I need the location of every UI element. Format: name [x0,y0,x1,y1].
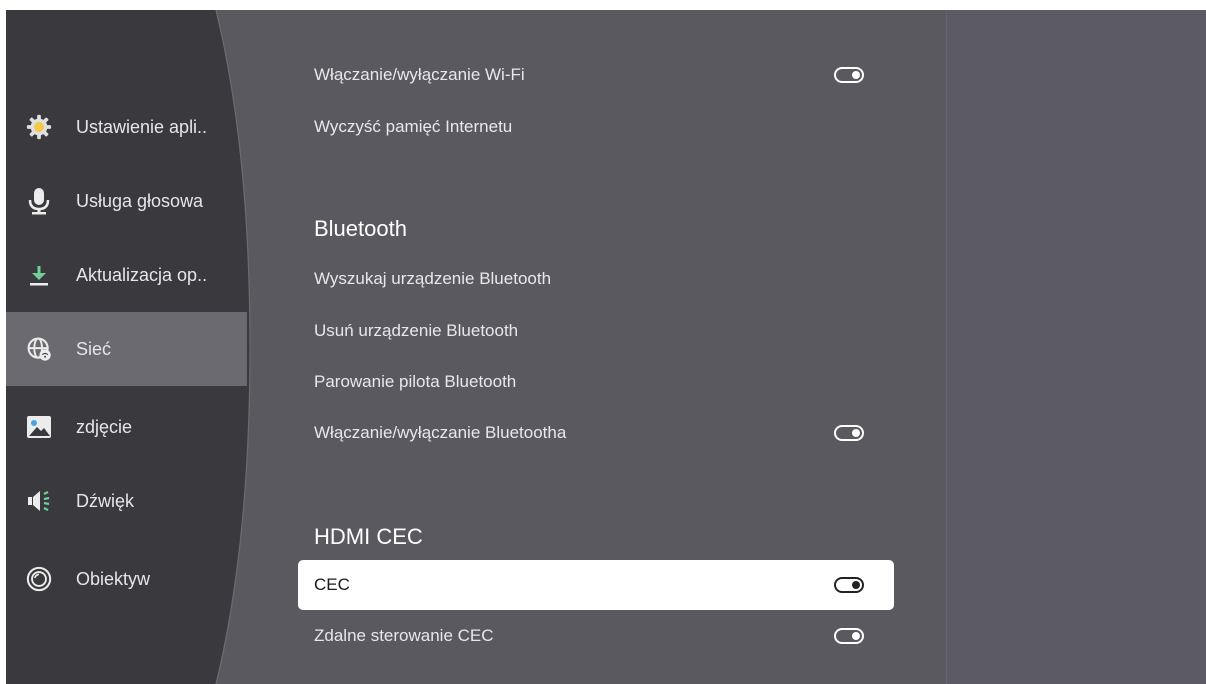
sidebar-item-label: zdjęcie [76,416,133,437]
sidebar-item-app-settings[interactable]: Ustawienie apli.. [6,90,246,164]
network-settings-list: Włączanie/wyłączanie Wi-Fi Wyczyść pamię… [298,10,898,684]
lens-icon [26,566,52,592]
hdmi-cec-section-header: HDMI CEC [314,524,423,549]
row-label: CEC [314,575,350,594]
sidebar: Ustawienie apli.. Usługa głosowa Aktuali… [6,10,256,684]
row-label: Włączanie/wyłączanie Wi-Fi [314,65,525,84]
wifi-toggle-switch[interactable] [834,67,864,83]
cec-remote-toggle-switch[interactable] [834,628,864,644]
bluetooth-toggle-switch[interactable] [834,425,864,441]
clear-internet-cache-row[interactable]: Wyczyść pamięć Internetu [298,102,894,152]
picture-icon [26,414,52,440]
sidebar-item-lens[interactable]: Obiektyw [6,542,246,616]
bluetooth-toggle-row[interactable]: Włączanie/wyłączanie Bluetootha [298,408,894,458]
sidebar-item-label: Usługa głosowa [76,190,204,211]
network-globe-icon [26,336,52,362]
sidebar-item-label: Dźwięk [76,490,135,511]
sidebar-item-sound[interactable]: Dźwięk [6,464,246,538]
row-label: Wyszukaj urządzenie Bluetooth [314,269,552,288]
bluetooth-search-row[interactable]: Wyszukaj urządzenie Bluetooth [298,254,894,304]
row-label: Włączanie/wyłączanie Bluetootha [314,423,567,442]
speaker-icon [26,488,52,514]
wifi-toggle-row[interactable]: Włączanie/wyłączanie Wi-Fi [298,50,894,100]
gear-icon [26,114,52,140]
row-label: Usuń urządzenie Bluetooth [314,321,519,340]
row-label: Zdalne sterowanie CEC [314,626,494,645]
settings-screen: Ustawienie apli.. Usługa głosowa Aktuali… [6,10,1206,684]
sidebar-item-picture[interactable]: zdjęcie [6,390,246,464]
sidebar-item-label: Aktualizacja op.. [76,264,208,285]
bluetooth-section-header: Bluetooth [314,216,407,241]
cec-row[interactable]: CEC [298,560,894,610]
sidebar-item-label: Sieć [76,338,112,359]
sidebar-item-label: Obiektyw [76,568,151,589]
microphone-icon [26,188,52,215]
row-label: Parowanie pilota Bluetooth [314,372,517,391]
sidebar-item-software-update[interactable]: Aktualizacja op.. [6,238,246,312]
cec-toggle-switch[interactable] [834,577,864,593]
detail-panel [947,10,1206,684]
bluetooth-remote-pairing-row[interactable]: Parowanie pilota Bluetooth [298,357,894,407]
sidebar-item-label: Ustawienie apli.. [76,116,208,137]
download-icon [26,262,52,288]
row-label: Wyczyść pamięć Internetu [314,117,513,136]
cec-remote-control-row[interactable]: Zdalne sterowanie CEC [298,611,894,661]
sidebar-item-voice-service[interactable]: Usługa głosowa [6,164,246,238]
sidebar-item-network[interactable]: Sieć [6,312,247,386]
bluetooth-remove-row[interactable]: Usuń urządzenie Bluetooth [298,306,894,356]
